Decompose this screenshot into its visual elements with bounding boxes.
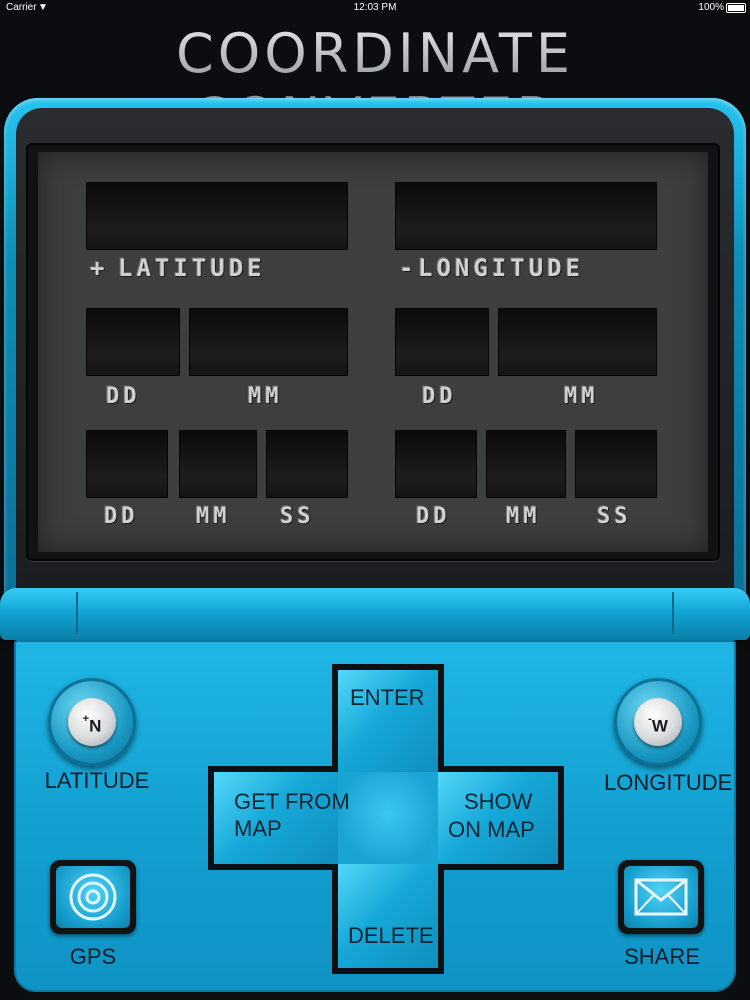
- gps-button-face: [56, 866, 130, 928]
- longitude-dms-dd-label: DD: [416, 504, 451, 529]
- longitude-dms-mm-label: MM: [506, 504, 541, 529]
- latitude-dms-dd-label: DD: [104, 504, 139, 529]
- latitude-sign-mark: +: [82, 713, 90, 725]
- coordinate-display: + LATITUDE - LONGITUDE DD MM DD MM DD MM…: [38, 152, 708, 552]
- battery-percent: 100%: [698, 2, 724, 13]
- battery-icon: [726, 3, 746, 13]
- longitude-dm-dd-label: DD: [422, 384, 457, 409]
- show-on-map-label-line2: ON MAP: [448, 817, 535, 842]
- latitude-dm-dd-label: DD: [106, 384, 141, 409]
- longitude-dms-seconds-field[interactable]: [575, 430, 657, 498]
- longitude-dms-minutes-field[interactable]: [486, 430, 566, 498]
- get-from-map-label-line2: MAP: [234, 816, 282, 841]
- latitude-button-caption: LATITUDE: [44, 768, 150, 793]
- latitude-dm-mm-label: MM: [248, 384, 283, 409]
- latitude-dms-mm-label: MM: [196, 504, 231, 529]
- longitude-dm-mm-label: MM: [564, 384, 599, 409]
- longitude-sign: -: [399, 254, 418, 282]
- latitude-hemisphere-button[interactable]: +N: [48, 678, 136, 766]
- share-button[interactable]: [618, 860, 704, 934]
- target-rings-icon: [69, 873, 117, 921]
- longitude-decimal-field[interactable]: [395, 182, 657, 250]
- longitude-hemisphere-cap: -W: [634, 698, 682, 746]
- latitude-sign: +: [90, 254, 109, 282]
- latitude-dms-minutes-field[interactable]: [179, 430, 257, 498]
- latitude-dm-minutes-field[interactable]: [189, 308, 348, 376]
- gps-button[interactable]: [50, 860, 136, 934]
- get-from-map-label-line1: GET FROM: [234, 789, 350, 814]
- longitude-label: LONGITUDE: [418, 254, 585, 282]
- dpad-center: [338, 772, 438, 864]
- longitude-hemisphere-button[interactable]: -W: [614, 678, 702, 766]
- latitude-dm-degrees-field[interactable]: [86, 308, 180, 376]
- envelope-icon: [634, 878, 688, 916]
- latitude-dms-seconds-field[interactable]: [266, 430, 348, 498]
- enter-label: ENTER: [350, 685, 425, 710]
- longitude-dm-minutes-field[interactable]: [498, 308, 657, 376]
- latitude-dms-ss-label: SS: [280, 504, 315, 529]
- status-bar: Carrier ▼ 12:03 PM 100%: [0, 0, 750, 16]
- gps-button-caption: GPS: [69, 944, 117, 969]
- longitude-sign-mark: -: [648, 713, 652, 725]
- dpad-down-delete[interactable]: [338, 862, 438, 968]
- hinge: [0, 588, 750, 640]
- longitude-dms-degrees-field[interactable]: [395, 430, 477, 498]
- clock: 12:03 PM: [353, 2, 397, 13]
- share-button-caption: SHARE: [624, 944, 700, 969]
- longitude-button-caption: LONGITUDE: [604, 770, 733, 795]
- hinge-joint-right: [672, 592, 674, 634]
- share-button-face: [624, 866, 698, 928]
- delete-label: DELETE: [348, 923, 434, 948]
- show-on-map-label-line1: SHOW: [464, 789, 533, 814]
- west-letter: W: [651, 716, 668, 736]
- screen-bezel: + LATITUDE - LONGITUDE DD MM DD MM DD MM…: [26, 143, 720, 561]
- latitude-dms-degrees-field[interactable]: [86, 430, 168, 498]
- latitude-decimal-field[interactable]: [86, 182, 348, 250]
- hinge-joint-left: [76, 592, 78, 634]
- north-letter: N: [89, 716, 102, 736]
- latitude-label: LATITUDE: [118, 254, 266, 282]
- longitude-dm-degrees-field[interactable]: [395, 308, 489, 376]
- latitude-hemisphere-cap: +N: [68, 698, 116, 746]
- longitude-dms-ss-label: SS: [597, 504, 632, 529]
